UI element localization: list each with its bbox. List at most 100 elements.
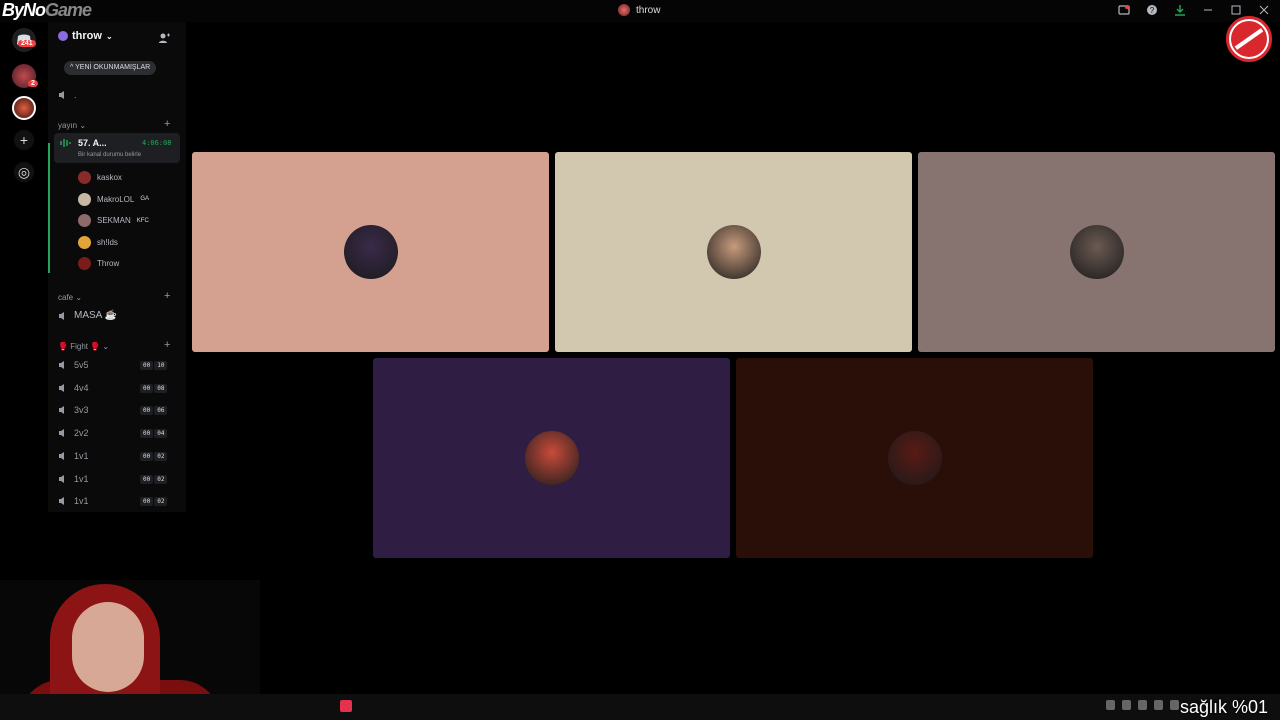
unread-pill[interactable]: ^ YENİ OKUNMAMIŞLAR xyxy=(64,61,157,75)
close-icon[interactable] xyxy=(1258,4,1270,16)
tray-icon[interactable] xyxy=(1106,700,1115,710)
maximize-icon[interactable] xyxy=(1230,4,1242,16)
user-avatar xyxy=(78,171,91,184)
channel-item[interactable]: . xyxy=(58,90,77,100)
live-voice-channel[interactable]: 57. A... 4:06:08 Bir kanal durumu belirl… xyxy=(54,133,180,163)
add-channel-button[interactable]: + xyxy=(164,290,170,302)
user-avatar xyxy=(78,235,91,249)
voice-user[interactable]: MakroLOL GA xyxy=(78,192,149,206)
category-cafe[interactable]: cafe ⌄ xyxy=(58,293,82,302)
add-friend-icon[interactable] xyxy=(158,32,170,44)
speaker-icon xyxy=(59,474,64,483)
voice-user[interactable]: Throw xyxy=(78,257,119,270)
max-users: 02 xyxy=(154,497,168,507)
tray-icon[interactable] xyxy=(1122,700,1131,710)
server-avatar-icon xyxy=(618,4,630,16)
voice-connected-indicator xyxy=(48,143,50,273)
category-yayin[interactable]: yayın ⌄ xyxy=(58,121,86,130)
current-users: 00 xyxy=(140,361,154,370)
server-header[interactable]: throw ⌄ xyxy=(58,30,113,42)
speaker-icon xyxy=(59,311,64,320)
participant-tile[interactable] xyxy=(555,152,912,352)
voice-channel[interactable]: 3v3 xyxy=(58,405,89,415)
channel-masa[interactable]: MASA ☕ xyxy=(58,310,117,321)
add-channel-button[interactable]: + xyxy=(164,118,170,130)
download-icon[interactable] xyxy=(1174,4,1186,16)
channel-status[interactable]: Bir kanal durumu belirle xyxy=(78,152,141,158)
max-users: 02 xyxy=(154,451,168,461)
user-name: MakroLOL xyxy=(97,194,135,204)
inbox-icon[interactable] xyxy=(1118,4,1130,16)
max-users: 08 xyxy=(154,383,168,393)
voice-channel[interactable]: 1v1 xyxy=(58,496,89,506)
server-icon-throw[interactable] xyxy=(12,96,36,120)
participant-tile[interactable] xyxy=(918,152,1275,352)
speaker-icon xyxy=(59,497,64,506)
user-limit-counter: 00 08 xyxy=(140,383,168,393)
channel-name: 5v5 xyxy=(74,360,89,370)
voice-channel[interactable]: 4v4 xyxy=(58,383,89,393)
current-users: 00 xyxy=(140,497,154,507)
server-avatar-icon xyxy=(58,31,68,41)
app-icon[interactable] xyxy=(340,700,352,712)
voice-user[interactable]: kaskox xyxy=(78,171,122,184)
user-avatar xyxy=(78,214,91,227)
svg-text:?: ? xyxy=(1150,6,1155,15)
server-badge: 2 xyxy=(28,80,38,87)
channel-name: 2v2 xyxy=(74,428,89,439)
server-name: throw xyxy=(72,30,102,42)
user-avatar xyxy=(78,257,91,270)
voice-channel[interactable]: 2v2 xyxy=(58,428,89,438)
voice-channel[interactable]: 1v1 xyxy=(58,474,89,484)
current-users: 00 xyxy=(140,383,154,393)
participant-avatar xyxy=(887,431,942,485)
category-fight[interactable]: 🥊 Fight 🥊 ⌄ xyxy=(58,342,109,351)
speaker-icon xyxy=(59,429,64,438)
voice-user[interactable]: sh!lds xyxy=(78,235,118,249)
speaker-icon xyxy=(59,406,64,415)
discover-icon[interactable]: ◎ xyxy=(14,162,34,182)
user-limit-counter: 00 04 xyxy=(140,429,168,439)
voice-user[interactable]: SEKMAN KFC xyxy=(78,214,149,227)
mentions-badge: 241 xyxy=(18,40,36,47)
live-channel-name: 57. A... xyxy=(78,138,107,148)
chevron-down-icon: ⌄ xyxy=(105,31,113,41)
user-limit-counter: 00 06 xyxy=(140,406,168,416)
speaker-icon xyxy=(59,451,64,460)
current-users: 00 xyxy=(140,429,154,439)
participant-tile[interactable] xyxy=(373,358,730,558)
no-smoking-icon xyxy=(1226,16,1272,62)
voice-channel[interactable]: 5v5 xyxy=(58,360,89,370)
server-rail: 241 2 + ◎ xyxy=(0,22,48,512)
minimize-icon[interactable] xyxy=(1202,4,1214,16)
speaker-icon xyxy=(59,383,64,392)
window-title-text: throw xyxy=(636,4,661,16)
participant-avatar xyxy=(706,225,761,279)
title-bar: throw ? xyxy=(0,0,1280,22)
health-overlay: sağlık %01 xyxy=(1180,697,1269,717)
participant-tile[interactable] xyxy=(736,358,1093,558)
participant-avatar xyxy=(1069,225,1124,279)
system-tray xyxy=(1106,700,1179,710)
voice-channel[interactable]: 1v1 xyxy=(58,451,89,461)
voice-activity-icon xyxy=(60,139,71,147)
channel-name: 1v1 xyxy=(74,450,89,461)
user-limit-counter: 00 02 xyxy=(140,497,168,507)
user-limit-counter: 00 02 xyxy=(140,451,168,461)
help-icon[interactable]: ? xyxy=(1146,4,1158,16)
window-controls: ? xyxy=(1118,4,1270,16)
mic-icon[interactable] xyxy=(1138,700,1147,710)
user-name: sh!lds xyxy=(97,237,118,247)
speaker-icon xyxy=(59,361,64,369)
max-users: 02 xyxy=(154,474,168,484)
user-name: kaskox xyxy=(97,173,122,182)
speaker-icon xyxy=(59,91,64,99)
add-server-button[interactable]: + xyxy=(14,130,34,150)
user-name: Throw xyxy=(97,259,120,268)
user-name: SEKMAN xyxy=(97,216,131,225)
tray-icon[interactable] xyxy=(1170,700,1179,710)
participant-tile[interactable] xyxy=(192,152,549,352)
tray-icon[interactable] xyxy=(1154,700,1163,710)
current-users: 00 xyxy=(140,406,154,416)
add-channel-button[interactable]: + xyxy=(164,339,170,351)
